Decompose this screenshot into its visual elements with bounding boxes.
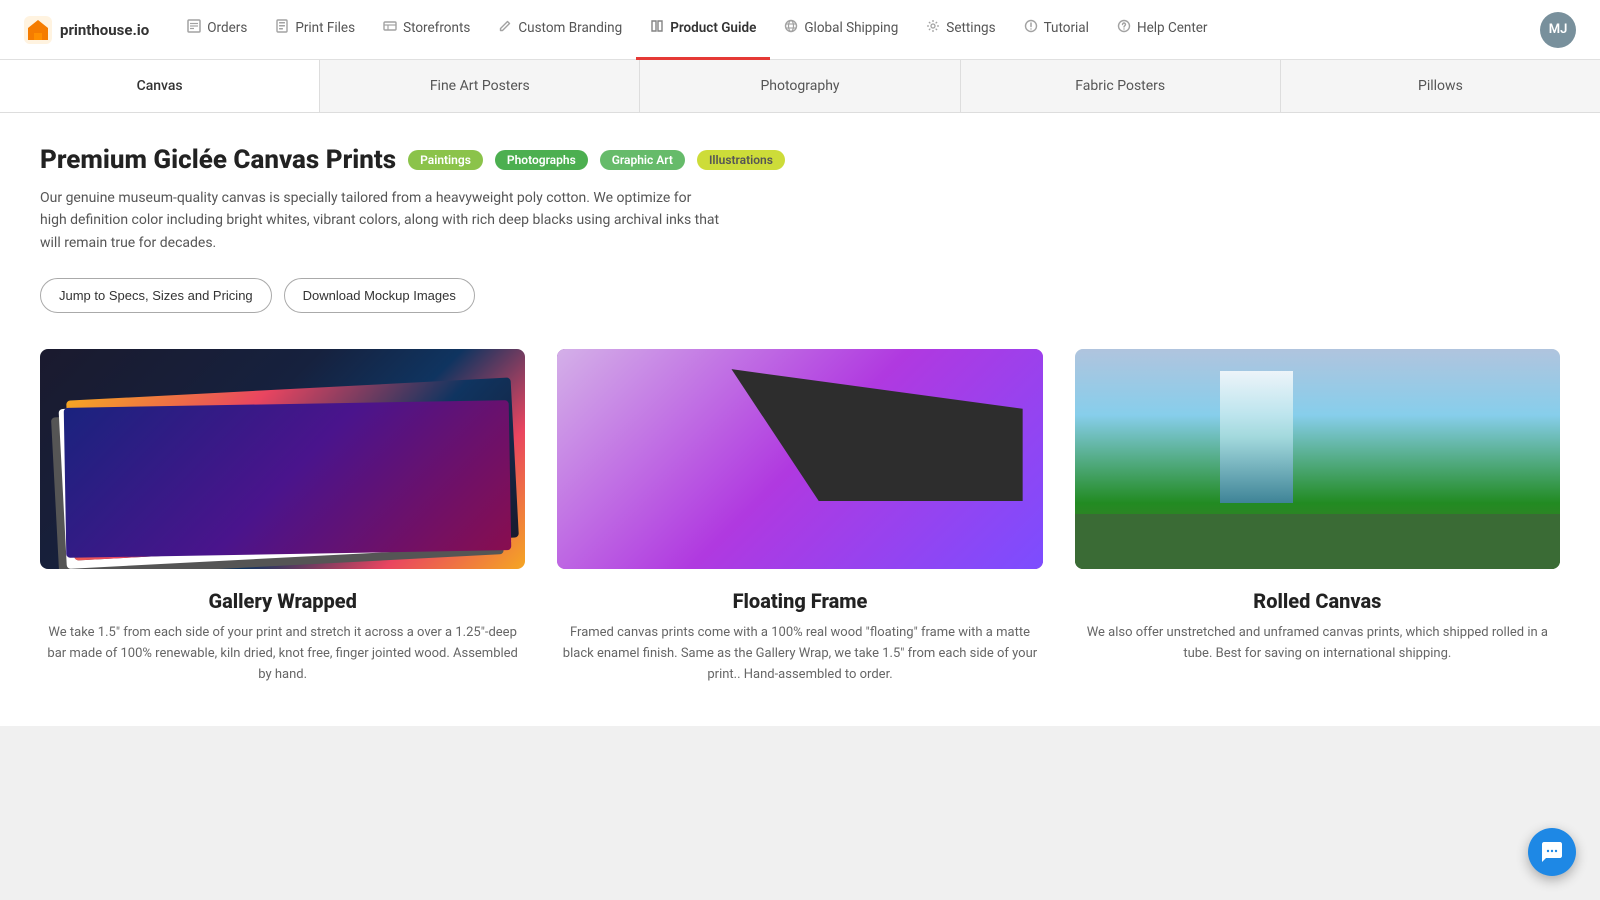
- nav-tutorial[interactable]: Tutorial: [1010, 0, 1103, 60]
- storefronts-icon: [383, 19, 397, 37]
- nav-help-center[interactable]: Help Center: [1103, 0, 1222, 60]
- badge-illustrations: Illustrations: [697, 150, 785, 170]
- waterfall-visual: [1075, 349, 1560, 569]
- card-image-rolled-canvas: [1075, 349, 1560, 569]
- nav-print-files[interactable]: Print Files: [261, 0, 369, 60]
- logo[interactable]: printhouse.io: [24, 16, 149, 44]
- tab-canvas[interactable]: Canvas: [0, 60, 320, 112]
- card-gallery-wrapped: Gallery Wrapped We take 1.5" from each s…: [40, 349, 525, 685]
- print-files-icon: [275, 19, 289, 37]
- orders-icon: [187, 19, 201, 37]
- chat-icon: [1540, 840, 1564, 864]
- action-buttons: Jump to Specs, Sizes and Pricing Downloa…: [40, 278, 1560, 313]
- nav-storefronts[interactable]: Storefronts: [369, 0, 484, 60]
- card-image-floating-frame: [557, 349, 1042, 569]
- tab-fine-art-posters[interactable]: Fine Art Posters: [320, 60, 640, 112]
- nav-right: MJ: [1540, 12, 1576, 48]
- product-tabs: Canvas Fine Art Posters Photography Fabr…: [0, 60, 1600, 113]
- logo-icon: [24, 16, 52, 44]
- jump-specs-button[interactable]: Jump to Specs, Sizes and Pricing: [40, 278, 272, 313]
- nav-product-guide[interactable]: Product Guide: [636, 0, 770, 60]
- card-floating-frame: Floating Frame Framed canvas prints come…: [557, 349, 1042, 685]
- avatar[interactable]: MJ: [1540, 12, 1576, 48]
- nav-custom-branding[interactable]: Custom Branding: [484, 0, 636, 60]
- card-desc-rolled-canvas: We also offer unstretched and unframed c…: [1075, 623, 1560, 665]
- tab-photography[interactable]: Photography: [640, 60, 960, 112]
- card-title-floating-frame: Floating Frame: [733, 589, 868, 613]
- page-title: Premium Giclée Canvas Prints: [40, 145, 396, 175]
- nav-orders[interactable]: Orders: [173, 0, 261, 60]
- tab-pillows[interactable]: Pillows: [1281, 60, 1600, 112]
- custom-branding-icon: [498, 19, 512, 37]
- chat-button[interactable]: [1528, 828, 1576, 876]
- tutorial-icon: [1024, 19, 1038, 37]
- nav-global-shipping[interactable]: Global Shipping: [770, 0, 912, 60]
- nav-settings[interactable]: Settings: [912, 0, 1009, 60]
- main-content: Premium Giclée Canvas Prints Paintings P…: [0, 113, 1600, 726]
- cards-grid: Gallery Wrapped We take 1.5" from each s…: [40, 349, 1560, 685]
- title-row: Premium Giclée Canvas Prints Paintings P…: [40, 145, 1560, 175]
- card-title-gallery-wrapped: Gallery Wrapped: [208, 589, 356, 613]
- global-shipping-icon: [784, 19, 798, 37]
- badge-paintings: Paintings: [408, 150, 483, 170]
- help-center-icon: [1117, 19, 1131, 37]
- tab-fabric-posters[interactable]: Fabric Posters: [961, 60, 1281, 112]
- canvas-stack-visual: [40, 349, 525, 569]
- card-desc-gallery-wrapped: We take 1.5" from each side of your prin…: [40, 623, 525, 685]
- floating-frame-visual: [557, 349, 1042, 569]
- card-desc-floating-frame: Framed canvas prints come with a 100% re…: [557, 623, 1042, 685]
- badge-graphic-art: Graphic Art: [600, 150, 685, 170]
- top-navigation: printhouse.io Orders Print Files Storefr…: [0, 0, 1600, 60]
- settings-icon: [926, 19, 940, 37]
- badge-photographs: Photographs: [495, 150, 588, 170]
- nav-links: Orders Print Files Storefronts Custom Br…: [173, 0, 1540, 60]
- product-guide-icon: [650, 19, 664, 37]
- card-title-rolled-canvas: Rolled Canvas: [1253, 589, 1381, 613]
- card-image-gallery-wrapped: [40, 349, 525, 569]
- download-mockup-button[interactable]: Download Mockup Images: [284, 278, 475, 313]
- product-description: Our genuine museum-quality canvas is spe…: [40, 187, 720, 254]
- card-rolled-canvas: Rolled Canvas We also offer unstretched …: [1075, 349, 1560, 685]
